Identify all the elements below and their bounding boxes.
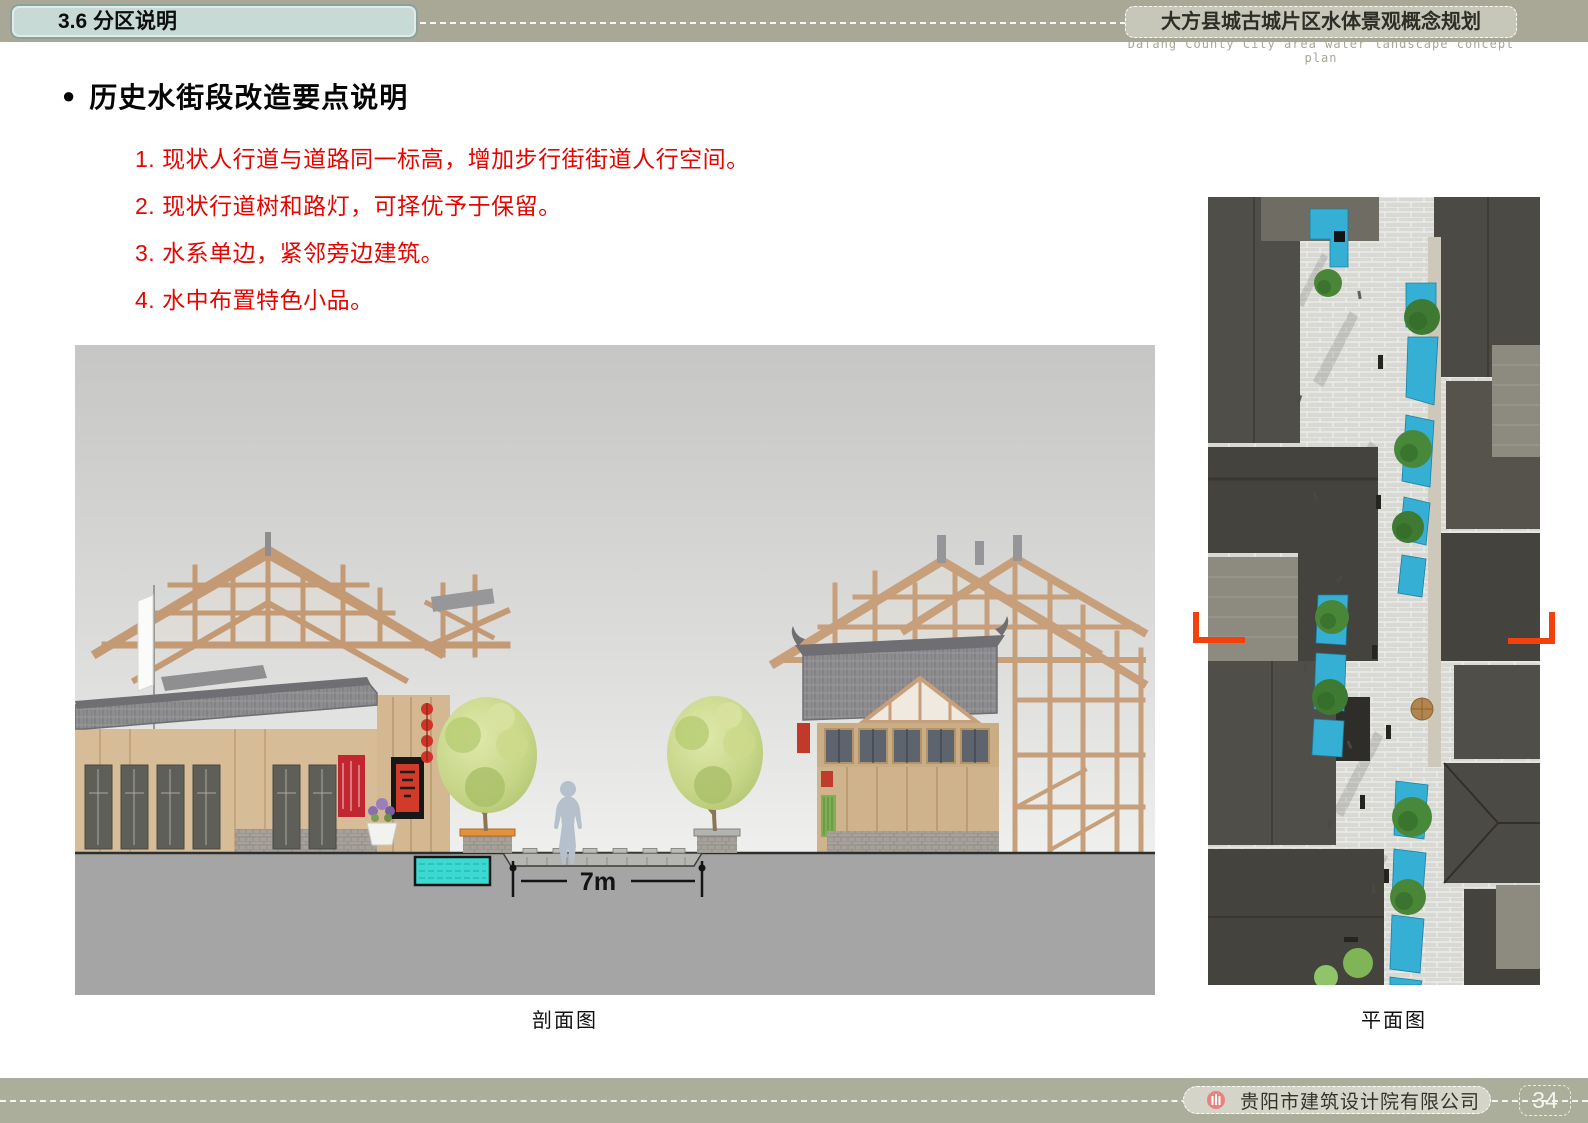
project-title: 大方县城古城片区水体景观概念规划 (1161, 11, 1481, 33)
project-title-box: 大方县城古城片区水体景观概念规划 (1125, 6, 1517, 38)
company-badge: 贵阳市建筑设计院有限公司 (1183, 1086, 1491, 1114)
tree-planter-left (460, 829, 515, 853)
section-tab-label: 3.6 分区说明 (58, 10, 177, 33)
company-name: 贵阳市建筑设计院有限公司 (1240, 1087, 1480, 1114)
cut-mark-bar (1193, 637, 1245, 643)
page-number: 34 (1532, 1087, 1558, 1113)
tree-planter-right (694, 829, 740, 853)
notes-list: 1. 现状人行道与道路同一标高，增加步行街街道人行空间。 2. 现状行道树和路灯… (135, 140, 750, 328)
section-tab: 3.6 分区说明 (10, 4, 418, 39)
page-number-badge: 34 (1519, 1085, 1571, 1116)
plan-drawing (1208, 197, 1540, 985)
section-cut-mark-left (1193, 612, 1245, 643)
bullet-icon: ● (62, 85, 75, 107)
section-figure: 7m (75, 345, 1155, 995)
plan-roofs-right (1428, 197, 1540, 985)
water-channel (415, 857, 490, 885)
content-heading: ● 历史水街段改造要点说明 (62, 76, 408, 116)
project-subtitle-en: Dafang County City area water landscape … (1125, 37, 1517, 65)
building-columns-logo-icon (1206, 1090, 1226, 1110)
section-cut-mark-right (1508, 612, 1555, 644)
cut-mark-bar (1508, 638, 1555, 644)
note-item: 4. 水中布置特色小品。 (135, 281, 750, 328)
section-drawing: 7m (75, 345, 1155, 995)
section-caption: 剖面图 (75, 1004, 1055, 1033)
plan-parasol (1411, 698, 1433, 720)
header-dashed-line (420, 22, 1126, 24)
note-item: 3. 水系单边，紧邻旁边建筑。 (135, 234, 750, 281)
plan-figure (1208, 197, 1540, 985)
note-item: 1. 现状人行道与道路同一标高，增加步行街街道人行空间。 (135, 140, 750, 187)
slide-page: 3.6 分区说明 大方县城古城片区水体景观概念规划 Dafang County … (0, 0, 1588, 1123)
dimension-label: 7m (580, 868, 616, 896)
shop-sign (391, 757, 424, 819)
content-heading-text: 历史水街段改造要点说明 (89, 76, 408, 116)
note-item: 2. 现状行道树和路灯，可择优予于保留。 (135, 187, 750, 234)
plan-caption: 平面图 (1238, 1004, 1550, 1033)
